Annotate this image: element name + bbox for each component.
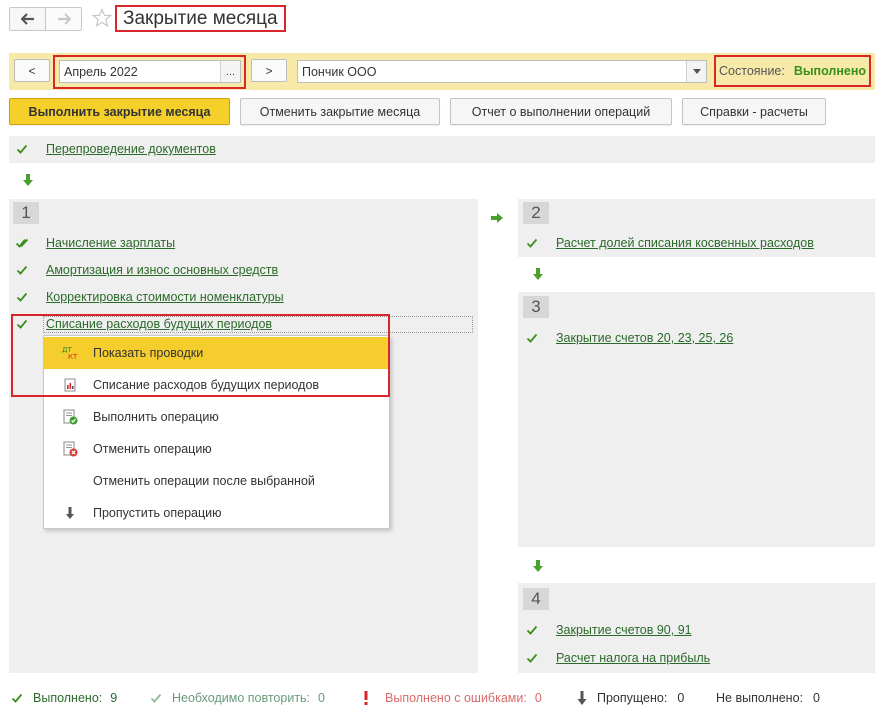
references-button[interactable]: Справки - расчеты: [682, 98, 826, 125]
arrow-right-icon: [57, 13, 71, 25]
arrow-down-icon: [533, 268, 543, 280]
menu-highlight: [11, 314, 390, 397]
operation-link[interactable]: Перепроведение документов: [46, 142, 216, 156]
cancel-close-month-button[interactable]: Отменить закрытие месяца: [240, 98, 440, 125]
check-icon: [16, 265, 28, 275]
operation-link[interactable]: Закрытие счетов 90, 91: [556, 623, 692, 637]
list-item: Закрытие счетов 20, 23, 25, 26: [526, 329, 733, 347]
next-period-button[interactable]: >: [251, 59, 287, 82]
operation-link[interactable]: Амортизация и износ основных средств: [46, 263, 278, 277]
arrow-right-icon: [491, 213, 503, 223]
check-icon: [526, 625, 538, 635]
step-number: 2: [523, 202, 549, 224]
state-indicator: Состояние: Выполнено: [714, 55, 871, 87]
forward-button[interactable]: [45, 7, 82, 31]
status-skipped: Пропущено: 0: [577, 689, 684, 707]
close-month-button[interactable]: Выполнить закрытие месяца: [9, 98, 230, 125]
list-item: Амортизация и износ основных средств: [16, 261, 278, 279]
back-button[interactable]: [9, 7, 46, 31]
check-outline-icon: [150, 693, 162, 703]
skip-arrow-icon: [66, 507, 74, 519]
page-title: Закрытие месяца: [115, 5, 286, 32]
state-value: Выполнено: [793, 64, 867, 78]
operation-link[interactable]: Расчет долей списания косвенных расходов: [556, 236, 814, 250]
menu-item-cancel-operation[interactable]: Отменить операцию: [44, 433, 389, 465]
skip-arrow-icon: [577, 691, 587, 705]
operation-link[interactable]: Закрытие счетов 20, 23, 25, 26: [556, 331, 733, 345]
arrow-left-icon: [20, 13, 34, 25]
status-errors: Выполнено с ошибками: 0: [363, 689, 542, 707]
menu-item-cancel-after-selected[interactable]: Отменить операции после выбранной: [44, 465, 389, 497]
status-not-done: Не выполнено: 0: [716, 691, 820, 705]
cancel-operation-icon: [63, 441, 78, 457]
operation-link[interactable]: Расчет налога на прибыль: [556, 651, 710, 665]
favorite-star-icon[interactable]: [92, 8, 112, 28]
check-icon: [526, 238, 538, 248]
step-number: 4: [523, 588, 549, 610]
dropdown-icon[interactable]: [686, 61, 706, 82]
list-item: Закрытие счетов 90, 91: [526, 621, 692, 639]
execute-icon: [63, 409, 78, 425]
step-number: 1: [13, 202, 39, 224]
status-done: Выполнено: 9: [11, 689, 117, 707]
arrow-down-icon: [23, 174, 33, 186]
step-number: 3: [523, 296, 549, 318]
status-repeat: Необходимо повторить: 0: [150, 689, 325, 707]
list-item: Начисление зарплаты: [16, 234, 175, 252]
list-item: Расчет налога на прибыль: [526, 649, 710, 667]
menu-item-execute-operation[interactable]: Выполнить операцию: [44, 401, 389, 433]
check-icon: [11, 693, 23, 703]
check-icon: [16, 144, 28, 154]
check-icon: [16, 292, 28, 302]
arrow-down-icon: [533, 560, 543, 572]
prev-period-button[interactable]: <: [14, 59, 50, 82]
period-highlight: [53, 55, 246, 89]
menu-item-skip-operation[interactable]: Пропустить операцию: [44, 497, 389, 529]
organization-select[interactable]: Пончик ООО: [297, 60, 707, 83]
check-icon: [526, 333, 538, 343]
list-item: Расчет долей списания косвенных расходов: [526, 234, 814, 252]
exclamation-icon: [364, 691, 368, 705]
list-item: Перепроведение документов: [16, 140, 216, 158]
operations-report-button[interactable]: Отчет о выполнении операций: [450, 98, 672, 125]
list-item: Корректировка стоимости номенклатуры: [16, 288, 284, 306]
check-icon: [526, 653, 538, 663]
double-check-icon: [16, 238, 28, 248]
operation-link[interactable]: Корректировка стоимости номенклатуры: [46, 290, 284, 304]
operation-link[interactable]: Начисление зарплаты: [46, 236, 175, 250]
